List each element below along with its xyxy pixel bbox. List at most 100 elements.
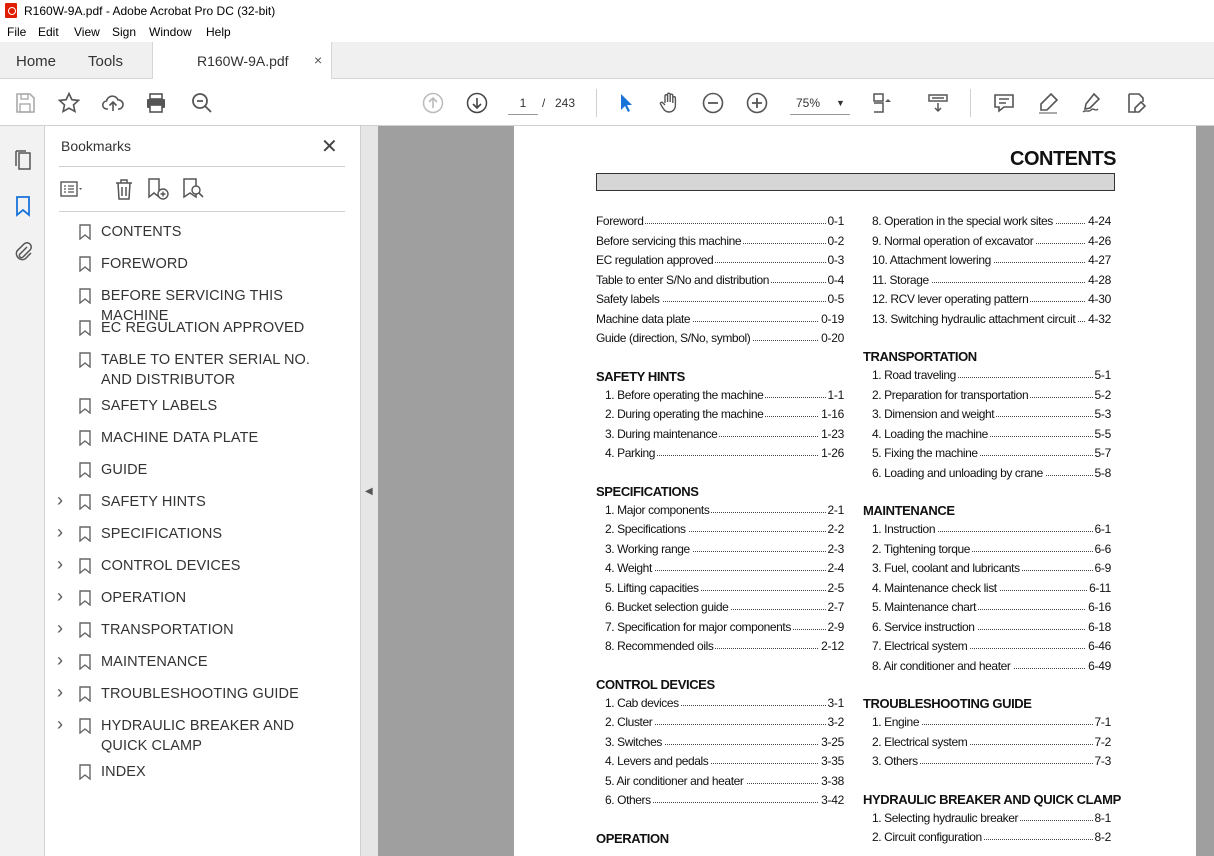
toc-entry[interactable]: Table to enter S/No and distribution 0-4 [596, 272, 844, 293]
toc-entry[interactable]: 12. RCV lever operating pattern 4-30 [863, 292, 1111, 312]
upload-cloud-icon[interactable] [101, 91, 125, 115]
print-icon[interactable] [144, 91, 168, 115]
highlight-pen-icon[interactable] [1036, 91, 1060, 115]
toc-entry[interactable]: 1. Major components 2-1 [596, 502, 844, 523]
toc-entry[interactable]: Before servicing this machine 0-2 [596, 233, 844, 254]
toc-entry-title: 3. Fuel, coolant and lubricants [872, 561, 1022, 575]
next-page-icon[interactable] [465, 91, 489, 115]
tab-tools[interactable]: Tools [88, 53, 123, 70]
toc-entry[interactable]: 3. Fuel, coolant and lubricants 6-9 [863, 561, 1111, 581]
chevron-right-icon[interactable]: › [57, 714, 63, 735]
toc-entry[interactable]: 2. Specifications 2-2 [596, 522, 844, 542]
toc-entry[interactable]: 1. Selecting hydraulic breaker 8-1 [863, 810, 1111, 831]
toc-entry[interactable]: Guide (direction, S/No, symbol) 0-20 [596, 331, 844, 351]
chevron-right-icon[interactable]: › [57, 522, 63, 543]
toc-entry[interactable]: 2. During operating the machine 1-16 [596, 407, 844, 427]
toc-entry[interactable]: 3. Others 7-3 [863, 754, 1111, 774]
hand-tool-icon[interactable] [657, 91, 681, 115]
toc-entry-page: 7-1 [1092, 715, 1111, 729]
toc-entry[interactable]: 3. Working range 2-3 [596, 541, 844, 562]
menu-window[interactable]: Window [149, 25, 192, 39]
chevron-right-icon[interactable]: › [57, 586, 63, 607]
toc-entry[interactable]: 1. Before operating the machine 1-1 [596, 387, 844, 408]
select-cursor-icon[interactable] [614, 91, 638, 115]
toc-entry[interactable]: 4. Levers and pedals 3-35 [596, 754, 844, 774]
toc-entry[interactable]: 5. Air conditioner and heater 3-38 [596, 773, 844, 794]
toc-entry[interactable]: 6. Others 3-42 [596, 793, 844, 813]
delete-bookmark-icon[interactable] [111, 176, 137, 202]
previous-page-icon[interactable] [421, 91, 445, 115]
toc-entry[interactable]: Foreword 0-1 [596, 214, 844, 234]
menu-view[interactable]: View [74, 25, 100, 39]
toc-entry[interactable]: 6. Loading and unloading by crane 5-8 [863, 465, 1111, 486]
document-viewport[interactable]: CONTENTS Foreword 0-1 Before servicing thi… [378, 126, 1214, 856]
zoom-search-icon[interactable] [190, 91, 214, 115]
chevron-right-icon[interactable]: › [57, 618, 63, 639]
toc-entry[interactable]: 8. Air conditioner and heater 6-49 [863, 658, 1111, 679]
toc-entry[interactable]: 3. During maintenance 1-23 [596, 426, 844, 447]
toc-entry[interactable]: 9. Normal operation of excavator 4-26 [863, 233, 1111, 254]
toc-entry[interactable]: 13. Switching hydraulic attachment circu… [863, 311, 1111, 332]
toc-entry[interactable]: 10. Attachment lowering 4-27 [863, 253, 1111, 273]
save-icon[interactable] [13, 91, 37, 115]
panel-splitter[interactable]: ◀ [360, 126, 378, 856]
toc-entry[interactable]: 6. Service instruction 6-18 [863, 619, 1111, 640]
toc-entry[interactable]: 4. Maintenance check list 6-11 [863, 580, 1111, 601]
toc-entry[interactable]: 8. Recommended oils 2-12 [596, 639, 844, 659]
zoom-level-select[interactable]: 75% ▼ [790, 92, 850, 115]
toc-entry[interactable]: 5. Fixing the machine 5-7 [863, 446, 1111, 466]
toc-entry[interactable]: 11. Storage 4-28 [863, 272, 1111, 293]
toc-entry[interactable]: 3. Switches 3-25 [596, 734, 844, 755]
toc-entry[interactable]: 1. Engine 7-1 [863, 715, 1111, 735]
toc-entry[interactable]: 7. Electrical system 6-46 [863, 639, 1111, 659]
toc-entry[interactable]: 4. Loading the machine 5-5 [863, 426, 1111, 447]
page-display-icon[interactable] [870, 91, 894, 115]
draw-signature-icon[interactable] [1080, 91, 1104, 115]
toc-entry[interactable]: 4. Weight 2-4 [596, 561, 844, 581]
toc-entry[interactable]: 2. Preparation for transportation 5-2 [863, 387, 1111, 408]
toc-entry[interactable]: 5. Lifting capacities 2-5 [596, 580, 844, 601]
menu-file[interactable]: File [7, 25, 26, 39]
toc-entry[interactable]: 6. Bucket selection guide 2-7 [596, 600, 844, 620]
toc-entry[interactable]: 4. Parking 1-26 [596, 446, 844, 466]
menu-edit[interactable]: Edit [38, 25, 59, 39]
toc-entry[interactable]: 5. Maintenance chart 6-16 [863, 600, 1111, 620]
toc-entry[interactable]: 2. Circuit configuration 8-2 [863, 830, 1111, 850]
toc-entry[interactable]: 2. Cluster 3-2 [596, 715, 844, 735]
comment-icon[interactable] [992, 91, 1016, 115]
toc-entry[interactable]: 2. Tightening torque 6-6 [863, 541, 1111, 562]
chevron-right-icon[interactable]: › [57, 554, 63, 575]
toc-entry[interactable]: 2. Electrical system 7-2 [863, 734, 1111, 755]
fill-sign-icon[interactable] [1124, 91, 1148, 115]
bookmark-options-icon[interactable] [59, 176, 85, 202]
bookmark-panel-icon[interactable] [11, 194, 35, 218]
close-icon[interactable]: ✕ [321, 134, 338, 159]
find-bookmark-icon[interactable] [180, 176, 206, 202]
collapse-panel-icon[interactable]: ◀ [365, 486, 373, 497]
toc-entry[interactable]: 3. Dimension and weight 5-3 [863, 407, 1111, 427]
toc-entry[interactable]: 8. Operation in the special work sites 4-… [863, 214, 1111, 234]
menu-sign[interactable]: Sign [112, 25, 136, 39]
tab-home[interactable]: Home [16, 53, 56, 70]
toc-entry[interactable]: 7. Specification for major components 2-9 [596, 619, 844, 640]
tab-document[interactable]: R160W-9A.pdf × [152, 42, 332, 79]
toc-entry[interactable]: Safety labels 0-5 [596, 292, 844, 312]
new-bookmark-icon[interactable] [145, 176, 171, 202]
page-thumbnails-icon[interactable] [11, 148, 35, 172]
toc-entry[interactable]: 1. Cab devices 3-1 [596, 695, 844, 716]
chevron-right-icon[interactable]: › [57, 650, 63, 671]
scroll-mode-icon[interactable] [926, 91, 950, 115]
toc-entry[interactable]: 1. Instruction 6-1 [863, 522, 1111, 542]
toc-entry[interactable]: 1. Road traveling 5-1 [863, 368, 1111, 388]
star-icon[interactable] [57, 91, 81, 115]
chevron-right-icon[interactable]: › [57, 490, 63, 511]
zoom-in-icon[interactable] [745, 91, 769, 115]
toc-entry[interactable]: Machine data plate 0-19 [596, 311, 844, 332]
chevron-right-icon[interactable]: › [57, 682, 63, 703]
toc-entry[interactable]: EC regulation approved 0-3 [596, 253, 844, 273]
zoom-out-icon[interactable] [701, 91, 725, 115]
tab-close-icon[interactable]: × [314, 52, 322, 68]
page-number-input[interactable]: 1 [508, 92, 538, 115]
menu-help[interactable]: Help [206, 25, 231, 39]
attachment-paperclip-icon[interactable] [11, 240, 35, 264]
